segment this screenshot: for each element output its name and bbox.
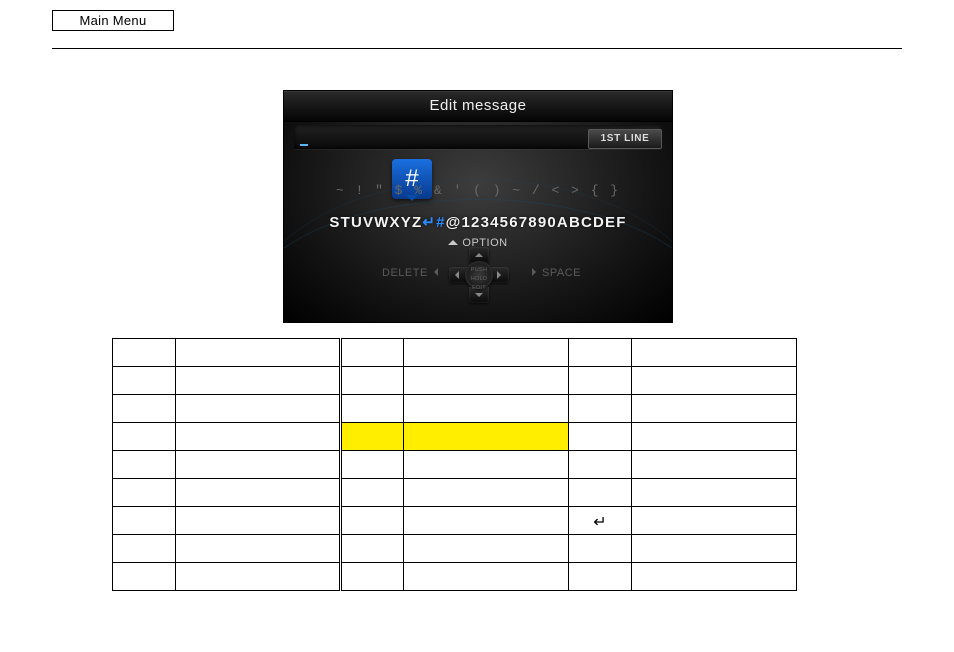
table-cell [113, 367, 176, 395]
char-row-left: STUVWXYZ [329, 214, 422, 231]
table-cell [176, 563, 341, 591]
table-cell [341, 563, 404, 591]
delete-label: DELETE [382, 267, 438, 279]
table-cell [632, 507, 797, 535]
table-cell [569, 423, 632, 451]
table-cell [113, 563, 176, 591]
table-cell [632, 535, 797, 563]
table-cell [632, 395, 797, 423]
dpad-center-line2: EDIT [472, 285, 486, 291]
table-cell [176, 451, 341, 479]
space-text: SPACE [542, 267, 581, 279]
char-row-selection: # [436, 214, 446, 231]
table-cell [113, 339, 176, 367]
table-cell [569, 535, 632, 563]
right-arrow-icon [497, 271, 505, 279]
table-cell [569, 451, 632, 479]
table-cell [113, 395, 176, 423]
table-cell [176, 535, 341, 563]
right-triangle-icon [532, 268, 540, 276]
edit-message-screen: Edit message 1ST LINE # ~ ! " $ % & ' ( … [283, 90, 673, 323]
table-row [113, 367, 797, 395]
table-cell [569, 367, 632, 395]
table-cell [341, 479, 404, 507]
up-triangle-icon [448, 235, 458, 245]
table-cell [404, 507, 569, 535]
table-row [113, 395, 797, 423]
table-cell [176, 423, 341, 451]
dpad-center[interactable]: PUSH HOLD EDIT [465, 261, 493, 289]
space-label: SPACE [532, 267, 581, 279]
table-cell [341, 423, 404, 451]
table-cell [341, 535, 404, 563]
table-cell [113, 423, 176, 451]
table-cell [632, 479, 797, 507]
table-cell [632, 563, 797, 591]
delete-text: DELETE [382, 267, 428, 279]
table-cell [569, 479, 632, 507]
character-table: ↵ [112, 338, 797, 591]
down-arrow-icon [475, 293, 483, 301]
table-cell [404, 563, 569, 591]
table-cell [341, 451, 404, 479]
screen-title: Edit message [284, 91, 672, 122]
table-cell [569, 339, 632, 367]
table-cell [404, 423, 569, 451]
table-cell [569, 395, 632, 423]
first-line-badge[interactable]: 1ST LINE [588, 129, 662, 149]
table-cell [404, 479, 569, 507]
table-cell [341, 367, 404, 395]
horizontal-rule [52, 48, 902, 49]
table-cell [176, 339, 341, 367]
table-cell: ↵ [569, 507, 632, 535]
table-cell [404, 367, 569, 395]
char-row-prefix: ↵ [422, 214, 436, 231]
table-row [113, 535, 797, 563]
table-cell [404, 339, 569, 367]
table-cell [113, 451, 176, 479]
dpad[interactable]: PUSH HOLD EDIT [439, 247, 519, 303]
table-row [113, 423, 797, 451]
char-row-right: @1234567890ABCDEF [446, 214, 627, 231]
table-cell [113, 479, 176, 507]
table-cell [404, 535, 569, 563]
table-cell [632, 423, 797, 451]
table-cell [341, 395, 404, 423]
table-cell [113, 507, 176, 535]
table-cell [341, 339, 404, 367]
up-arrow-icon [475, 249, 483, 257]
main-menu-button[interactable]: Main Menu [52, 10, 174, 31]
table-cell [341, 507, 404, 535]
table-cell [632, 451, 797, 479]
table-cell [404, 395, 569, 423]
table-row: ↵ [113, 507, 797, 535]
table-row [113, 339, 797, 367]
table-row [113, 563, 797, 591]
character-row[interactable]: STUVWXYZ↵#@1234567890ABCDEF [284, 213, 672, 231]
table-cell [404, 451, 569, 479]
table-cell [113, 535, 176, 563]
left-arrow-icon [451, 271, 459, 279]
symbol-row: ~ ! " $ % & ' ( ) ~ / < > { } [284, 183, 672, 198]
table-cell [176, 479, 341, 507]
table-cell [569, 563, 632, 591]
text-cursor [300, 144, 308, 146]
table-cell [176, 367, 341, 395]
table-cell [176, 507, 341, 535]
table-cell [632, 367, 797, 395]
dpad-center-line1: PUSH HOLD [471, 267, 487, 282]
table-row [113, 479, 797, 507]
table-cell [632, 339, 797, 367]
table-row [113, 451, 797, 479]
table-cell [176, 395, 341, 423]
left-triangle-icon [430, 268, 438, 276]
